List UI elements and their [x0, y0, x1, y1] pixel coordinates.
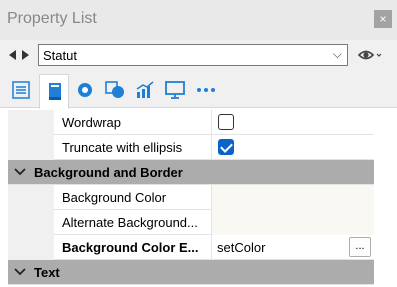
property-row-truncate: Truncate with ellipsis [8, 135, 374, 160]
property-name: Alternate Background... [62, 215, 198, 230]
property-row-alternate-background: Alternate Background... [8, 210, 374, 235]
category-background-and-border[interactable]: Background and Border [8, 160, 374, 185]
title-bar: Property List × [0, 0, 397, 40]
chevron-down-icon[interactable] [14, 167, 26, 177]
eye-icon[interactable] [357, 48, 382, 64]
property-value[interactable] [212, 210, 374, 235]
chart-icon[interactable] [129, 74, 159, 106]
window-title: Property List [7, 10, 97, 27]
category-label: Text [34, 265, 60, 280]
more-icon[interactable] [190, 74, 220, 106]
gear-icon[interactable] [70, 74, 100, 106]
property-row-wordwrap: Wordwrap [8, 110, 374, 135]
close-button[interactable]: × [374, 10, 392, 28]
monitor-icon[interactable] [159, 74, 189, 106]
scrollbar[interactable] [374, 110, 397, 287]
category-text[interactable]: Text [8, 260, 374, 285]
property-value-text: setColor [217, 240, 266, 255]
page-icon[interactable] [39, 74, 69, 109]
chevron-down-icon[interactable] [14, 267, 26, 277]
property-value[interactable] [212, 185, 374, 210]
property-name: Truncate with ellipsis [62, 140, 183, 155]
property-name: Background Color E... [62, 240, 199, 255]
property-name: Wordwrap [62, 115, 122, 130]
truncate-checkbox[interactable] [218, 139, 234, 155]
list-icon[interactable] [6, 74, 36, 106]
shapes-icon[interactable] [99, 74, 129, 106]
property-row-background-color-expression: Background Color E... setColor ... [8, 235, 374, 260]
next-icon[interactable] [22, 50, 29, 60]
chevron-down-icon: ⌵ [332, 47, 342, 61]
ellipsis-button[interactable]: ... [349, 237, 371, 257]
object-select-value: Statut [43, 48, 77, 63]
object-selector-row: Statut ⌵ [0, 40, 397, 72]
property-value[interactable]: setColor ... [212, 235, 374, 260]
object-select[interactable]: Statut ⌵ [38, 44, 348, 66]
previous-icon[interactable] [9, 50, 16, 60]
wordwrap-checkbox[interactable] [218, 114, 234, 130]
category-toolbar [0, 72, 397, 109]
property-name: Background Color [62, 190, 167, 205]
category-label: Background and Border [34, 165, 183, 180]
property-row-background-color: Background Color [8, 185, 374, 210]
property-grid: Wordwrap Truncate with ellipsis Backgrou… [8, 110, 374, 285]
